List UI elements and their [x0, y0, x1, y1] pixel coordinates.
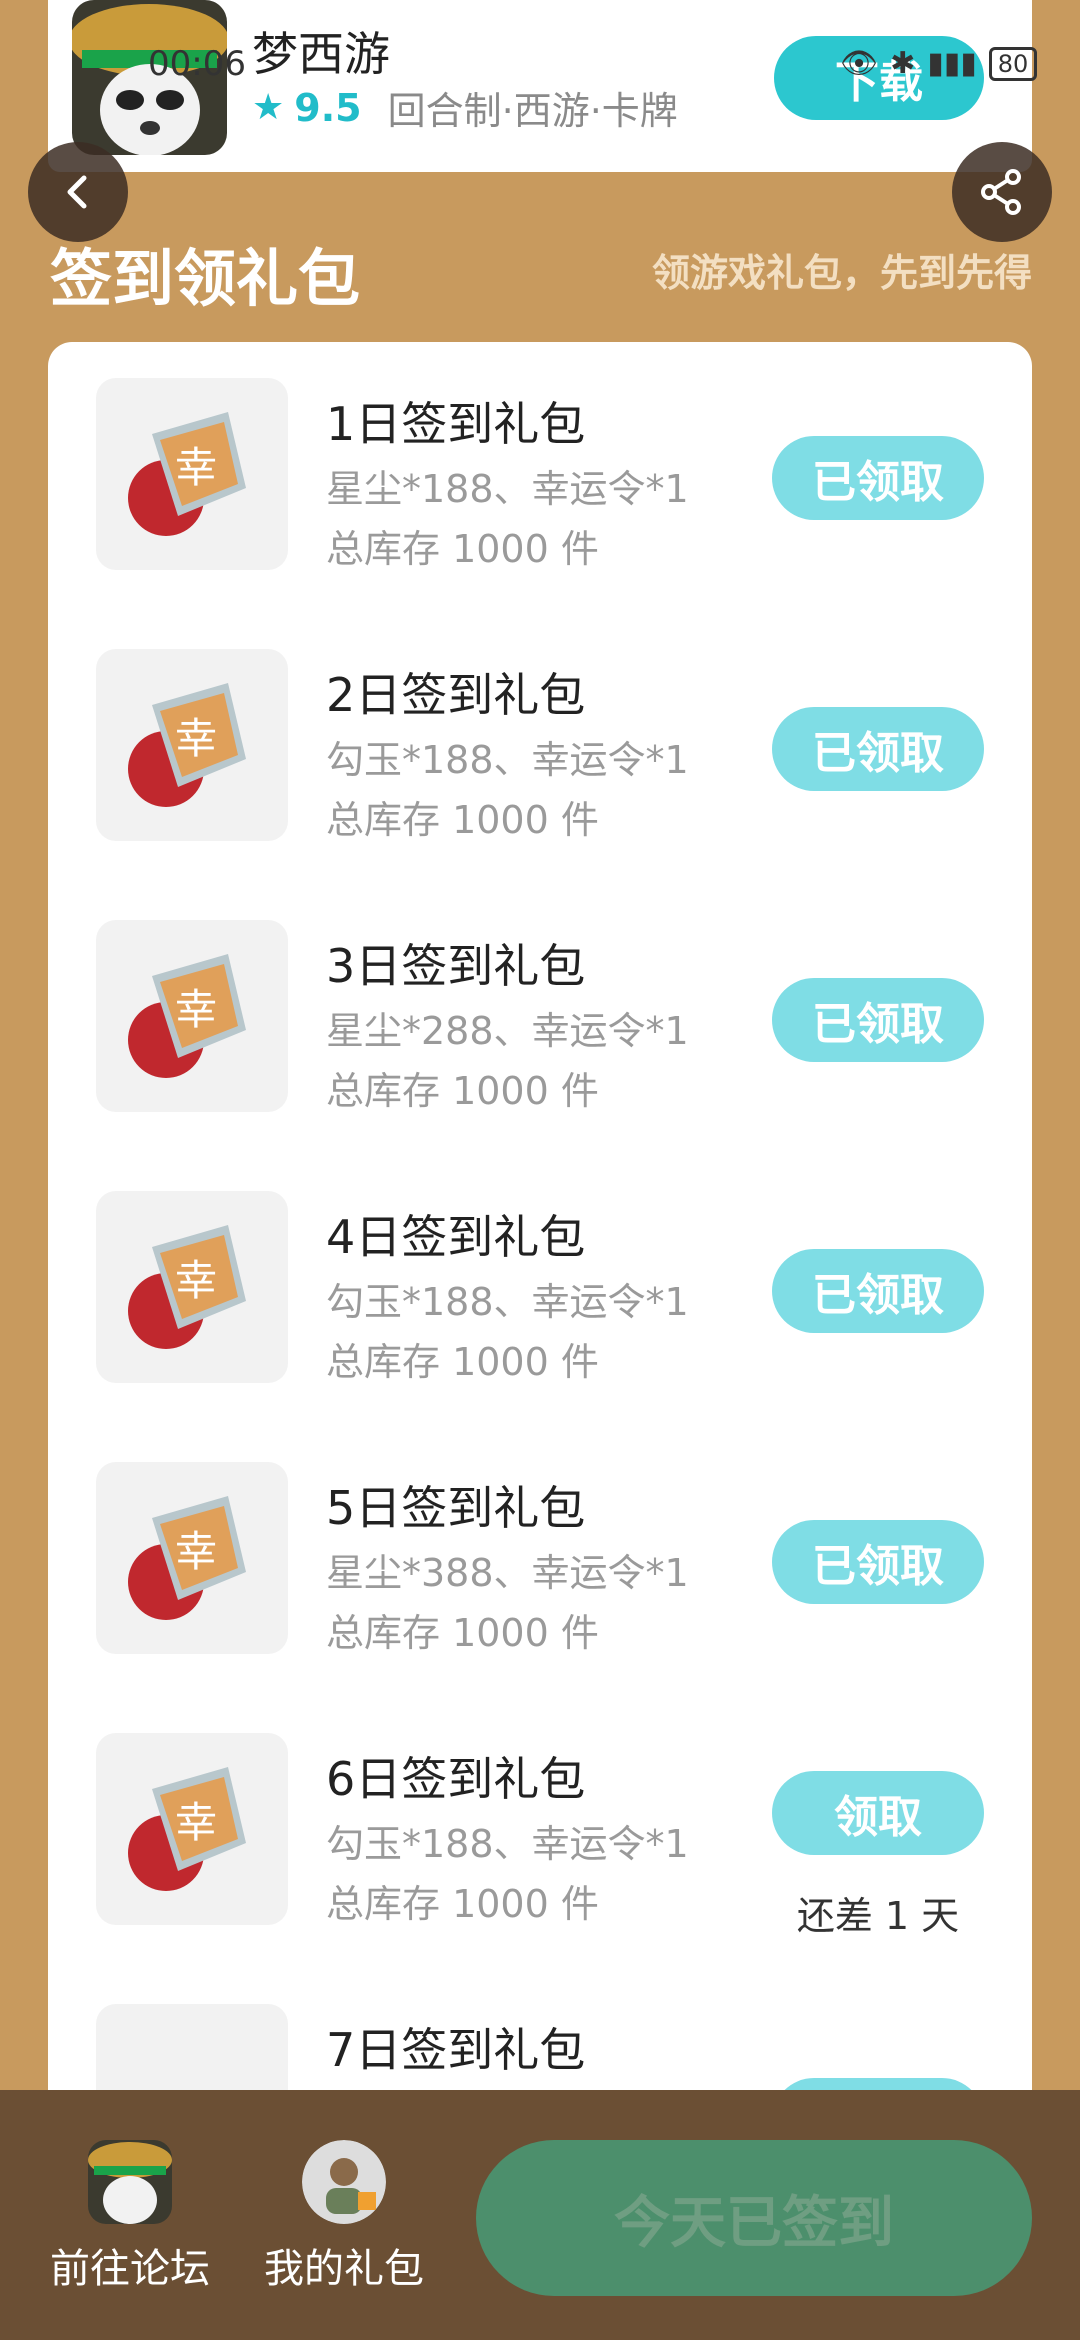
- forum-nav[interactable]: 前往论坛: [40, 2140, 220, 2294]
- gift-items: 星尘*288、幸运令*1: [326, 1009, 689, 1053]
- gift-list: 幸 1日签到礼包 星尘*188、幸运令*1 总库存 1000 件 已领取 幸 2…: [48, 342, 1032, 2102]
- forum-label: 前往论坛: [50, 2246, 210, 2292]
- gift-stock: 总库存 1000 件: [326, 1611, 599, 1655]
- gift-token-icon: 幸: [96, 1733, 288, 1925]
- gift-stock: 总库存 1000 件: [326, 1882, 599, 1926]
- back-button[interactable]: [28, 142, 128, 242]
- game-tags: 回合制·西游·卡牌: [387, 89, 678, 133]
- game-header-card: 00:06 梦西游 ★ 9.5 回合制·西游·卡牌 下载 👁 ✱ ▮▮▮ 80: [48, 0, 1038, 172]
- gift-items: 星尘*188、幸运令*1: [326, 467, 689, 511]
- gift-token-icon: 幸: [96, 920, 288, 1112]
- gift-token-icon: 幸: [96, 378, 288, 570]
- gift-token-icon: 幸: [96, 649, 288, 841]
- gift-title: 7日签到礼包: [326, 2023, 586, 2077]
- claim-button[interactable]: 领取: [772, 1771, 984, 1855]
- share-button[interactable]: [952, 142, 1052, 242]
- bluetooth-icon: ✱: [890, 46, 916, 81]
- gift-token-icon: 幸: [96, 1191, 288, 1383]
- days-remaining: 还差 1 天: [796, 1894, 960, 1938]
- battery-icon: 80: [988, 46, 1038, 81]
- checkin-button[interactable]: 今天已签到: [476, 2140, 1032, 2296]
- svg-text:幸: 幸: [175, 1256, 217, 1305]
- eye-icon: 👁: [840, 46, 879, 81]
- svg-text:幸: 幸: [175, 1527, 217, 1576]
- gift-stock: 总库存 1000 件: [326, 798, 599, 842]
- svg-text:幸: 幸: [175, 714, 217, 763]
- my-gifts-label: 我的礼包: [264, 2246, 424, 2292]
- svg-text:幸: 幸: [175, 1798, 217, 1847]
- game-meta: ★ 9.5 回合制·西游·卡牌: [252, 80, 678, 135]
- gift-row: 幸 1日签到礼包 星尘*188、幸运令*1 总库存 1000 件 已领取: [48, 342, 1032, 613]
- bottom-bar: 前往论坛 我的礼包 今天已签到: [0, 2090, 1080, 2340]
- gift-token-icon: 幸: [96, 1462, 288, 1654]
- claimed-button[interactable]: 已领取: [772, 436, 984, 520]
- avatar: [302, 2140, 386, 2224]
- gift-stock: 总库存 1000 件: [326, 527, 599, 571]
- gift-row: 幸 3日签到礼包 星尘*288、幸运令*1 总库存 1000 件 已领取: [48, 884, 1032, 1155]
- gift-row: 幸 6日签到礼包 勾玉*188、幸运令*1 总库存 1000 件 领取 还差 1…: [48, 1697, 1032, 1968]
- signal-icon: ▮▮▮: [927, 46, 977, 81]
- gift-title: 5日签到礼包: [326, 1481, 586, 1535]
- gift-title: 3日签到礼包: [326, 939, 586, 993]
- gift-title: 6日签到礼包: [326, 1752, 586, 1806]
- gift-row: 幸 2日签到礼包 勾玉*188、幸运令*1 总库存 1000 件 已领取: [48, 613, 1032, 884]
- section-title: 签到领礼包: [50, 242, 361, 315]
- gift-items: 星尘*388、幸运令*1: [326, 1551, 689, 1595]
- share-icon: [981, 169, 1021, 215]
- gift-row: 幸 4日签到礼包 勾玉*188、幸运令*1 总库存 1000 件 已领取: [48, 1155, 1032, 1426]
- section-subtitle: 领游戏礼包，先到先得: [651, 251, 1032, 295]
- claimed-button[interactable]: 已领取: [772, 978, 984, 1062]
- gift-items: 勾玉*188、幸运令*1: [326, 1280, 689, 1324]
- game-rating: 9.5: [294, 85, 362, 130]
- chevron-left-icon: [67, 175, 87, 209]
- svg-text:幸: 幸: [175, 985, 217, 1034]
- my-gifts-nav[interactable]: 我的礼包: [254, 2140, 434, 2294]
- gift-stock: 总库存 1000 件: [326, 1069, 599, 1113]
- claimed-button[interactable]: 已领取: [772, 1249, 984, 1333]
- gift-row: 幸 5日签到礼包 星尘*388、幸运令*1 总库存 1000 件 已领取: [48, 1426, 1032, 1697]
- gift-title: 4日签到礼包: [326, 1210, 586, 1264]
- gift-stock: 总库存 1000 件: [326, 1340, 599, 1384]
- game-title: 梦西游: [252, 27, 390, 81]
- claimed-button[interactable]: 已领取: [772, 707, 984, 791]
- gift-items: 勾玉*188、幸运令*1: [326, 738, 689, 782]
- svg-text:幸: 幸: [175, 443, 217, 492]
- status-bar-icons: 👁 ✱ ▮▮▮ 80: [840, 46, 1038, 81]
- gift-items: 勾玉*188、幸运令*1: [326, 1822, 689, 1866]
- gift-row: 7日签到礼包 领取: [48, 1968, 1032, 2102]
- claimed-button[interactable]: 已领取: [772, 1520, 984, 1604]
- status-time: 00:06: [148, 44, 246, 84]
- gift-title: 2日签到礼包: [326, 668, 586, 722]
- game-icon: [88, 2140, 172, 2224]
- gift-title: 1日签到礼包: [326, 397, 586, 451]
- star-icon: ★: [252, 87, 285, 128]
- gift-token-icon: [96, 2004, 288, 2102]
